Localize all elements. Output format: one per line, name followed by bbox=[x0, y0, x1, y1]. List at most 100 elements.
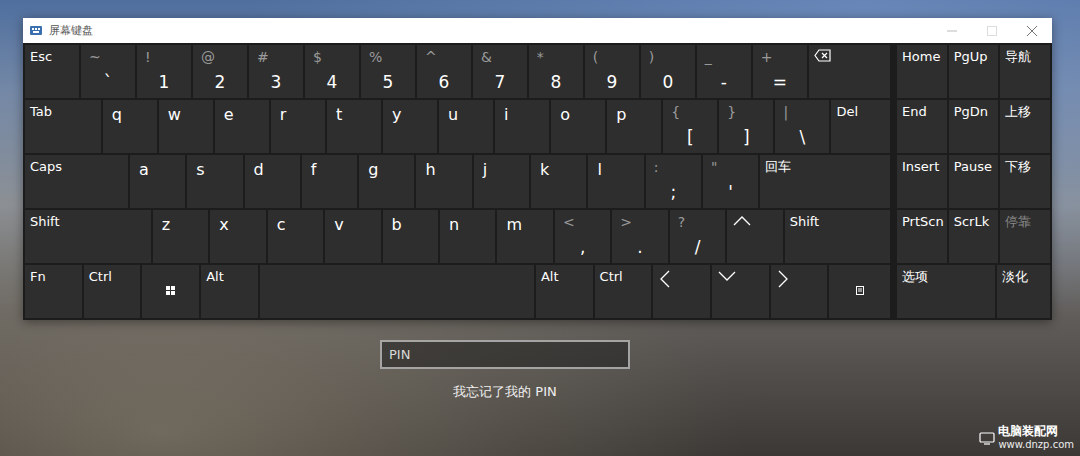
key[interactable]: }] bbox=[719, 100, 773, 153]
key[interactable]: a bbox=[130, 155, 185, 208]
key[interactable]: |\ bbox=[775, 100, 829, 153]
key[interactable]: d bbox=[245, 155, 300, 208]
key[interactable]: Ctrl bbox=[595, 265, 652, 318]
key-main-char: 3 bbox=[271, 72, 282, 92]
key[interactable]: Shift bbox=[785, 210, 890, 263]
key[interactable]: {[ bbox=[663, 100, 717, 153]
side-key[interactable]: 导航 bbox=[1000, 45, 1050, 98]
side-key[interactable]: ScrLk bbox=[949, 210, 999, 263]
side-key[interactable]: End bbox=[897, 100, 947, 153]
key[interactable]: += bbox=[753, 45, 807, 98]
key[interactable]: c bbox=[268, 210, 323, 263]
forgot-pin-link[interactable]: 我忘记了我的 PIN bbox=[453, 383, 557, 401]
key[interactable]: 回车 bbox=[760, 155, 890, 208]
key[interactable]: Ctrl bbox=[84, 265, 141, 318]
key-letter: i bbox=[500, 104, 544, 124]
pin-input[interactable] bbox=[380, 340, 630, 369]
key-label: Tab bbox=[30, 104, 96, 120]
side-key[interactable]: PrtScn bbox=[897, 210, 947, 263]
key[interactable]: q bbox=[103, 100, 157, 153]
side-key[interactable]: Home bbox=[897, 45, 947, 98]
key[interactable]: ?/ bbox=[670, 210, 725, 263]
key[interactable]: u bbox=[439, 100, 493, 153]
backspace-icon bbox=[814, 49, 831, 62]
key[interactable] bbox=[142, 265, 199, 318]
key[interactable]: Del bbox=[831, 100, 889, 153]
key[interactable]: t bbox=[327, 100, 381, 153]
key[interactable]: z bbox=[153, 210, 208, 263]
key[interactable]: y bbox=[383, 100, 437, 153]
side-key[interactable]: 上移 bbox=[1000, 100, 1050, 153]
key[interactable] bbox=[712, 265, 769, 318]
key[interactable]: @2 bbox=[193, 45, 247, 98]
key[interactable]: w bbox=[159, 100, 213, 153]
key-main-char: ' bbox=[728, 182, 733, 202]
side-key[interactable]: 选项 bbox=[897, 265, 995, 318]
key[interactable]: &7 bbox=[473, 45, 527, 98]
key[interactable]: Alt bbox=[201, 265, 258, 318]
key[interactable]: Fn bbox=[25, 265, 82, 318]
key[interactable]: Esc bbox=[25, 45, 79, 98]
key-main-char: ] bbox=[743, 127, 750, 147]
key[interactable]: h bbox=[416, 155, 471, 208]
key-row: EndPgDn上移 bbox=[897, 100, 1050, 153]
key[interactable]: o bbox=[551, 100, 605, 153]
key[interactable] bbox=[727, 210, 782, 263]
close-button[interactable] bbox=[1012, 18, 1052, 43]
key[interactable]: m bbox=[497, 210, 552, 263]
key[interactable]: f bbox=[302, 155, 357, 208]
key[interactable]: s bbox=[187, 155, 242, 208]
key[interactable]: <, bbox=[555, 210, 610, 263]
key-shift-char: } bbox=[724, 104, 768, 120]
key[interactable]: "' bbox=[703, 155, 758, 208]
key[interactable]: x bbox=[210, 210, 265, 263]
key[interactable]: )0 bbox=[641, 45, 695, 98]
key[interactable] bbox=[771, 265, 828, 318]
key-main-char: ; bbox=[670, 182, 676, 202]
key[interactable]: ^6 bbox=[417, 45, 471, 98]
key[interactable]: ~` bbox=[81, 45, 135, 98]
key[interactable]: e bbox=[215, 100, 269, 153]
key[interactable]: r bbox=[271, 100, 325, 153]
key[interactable] bbox=[809, 45, 890, 98]
key[interactable]: n bbox=[440, 210, 495, 263]
key[interactable]: *8 bbox=[529, 45, 583, 98]
key[interactable] bbox=[829, 265, 889, 318]
key[interactable] bbox=[653, 265, 710, 318]
key-label: 淡化 bbox=[1002, 269, 1045, 285]
key[interactable]: b bbox=[383, 210, 438, 263]
key-label: 导航 bbox=[1005, 49, 1045, 65]
side-key[interactable]: Insert bbox=[897, 155, 947, 208]
side-key[interactable]: Pause bbox=[949, 155, 999, 208]
key[interactable]: !1 bbox=[137, 45, 191, 98]
side-key[interactable]: PgUp bbox=[949, 45, 999, 98]
side-key[interactable]: PgDn bbox=[949, 100, 999, 153]
key[interactable]: g bbox=[359, 155, 414, 208]
key[interactable]: :; bbox=[646, 155, 701, 208]
key[interactable]: j bbox=[474, 155, 529, 208]
key[interactable]: %5 bbox=[361, 45, 415, 98]
side-key[interactable]: 淡化 bbox=[997, 265, 1050, 318]
key[interactable]: _- bbox=[697, 45, 751, 98]
key[interactable]: Caps bbox=[25, 155, 128, 208]
space-key[interactable] bbox=[260, 265, 534, 318]
key[interactable]: Shift bbox=[25, 210, 151, 263]
watermark-logo-icon bbox=[979, 430, 995, 446]
key[interactable]: Tab bbox=[25, 100, 101, 153]
minimize-button[interactable] bbox=[932, 18, 972, 43]
key-label: ScrLk bbox=[954, 214, 994, 230]
chevron-right-icon bbox=[776, 269, 790, 289]
key[interactable]: l bbox=[588, 155, 643, 208]
key[interactable]: #3 bbox=[249, 45, 303, 98]
key[interactable]: k bbox=[531, 155, 586, 208]
key-letter: a bbox=[135, 159, 180, 179]
key-shift-char: : bbox=[651, 159, 696, 175]
key[interactable]: $4 bbox=[305, 45, 359, 98]
key[interactable]: p bbox=[607, 100, 661, 153]
key[interactable]: i bbox=[495, 100, 549, 153]
key[interactable]: Alt bbox=[536, 265, 593, 318]
key[interactable]: v bbox=[325, 210, 380, 263]
key[interactable]: (9 bbox=[585, 45, 639, 98]
key[interactable]: >. bbox=[612, 210, 667, 263]
side-key[interactable]: 下移 bbox=[1000, 155, 1050, 208]
